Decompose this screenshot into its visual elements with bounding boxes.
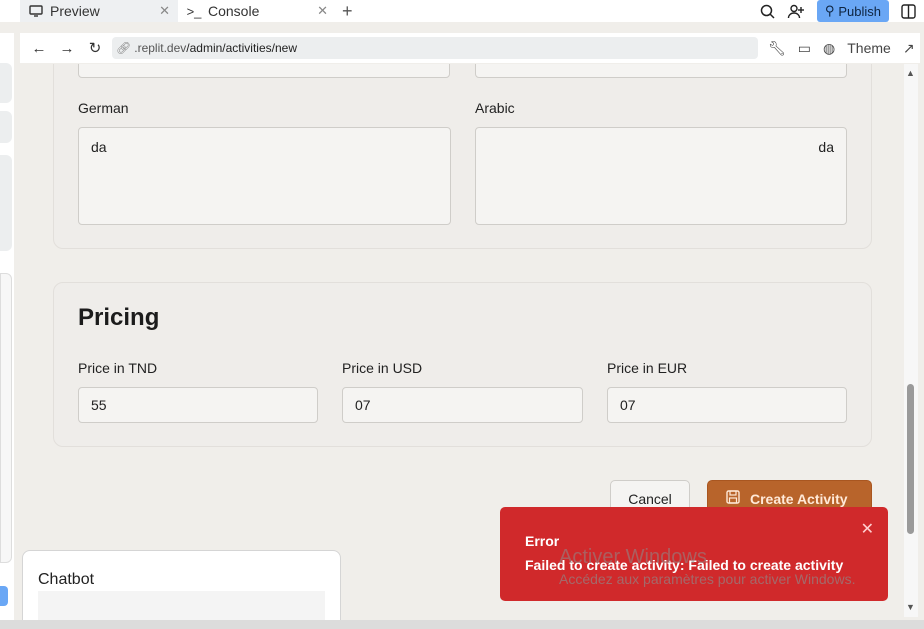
search-icon[interactable] bbox=[760, 4, 775, 19]
price-tnd-value: 55 bbox=[91, 397, 107, 413]
address-bar: ← → ↻ 🔗︎ .replit.dev /admin/activities/n… bbox=[20, 33, 920, 63]
pricing-title: Pricing bbox=[78, 304, 160, 331]
theme-label[interactable]: Theme bbox=[847, 40, 891, 56]
refresh-icon[interactable]: ↻ bbox=[86, 39, 104, 57]
close-icon[interactable]: ✕ bbox=[159, 3, 170, 19]
chatbot-panel[interactable]: Chatbot bbox=[22, 550, 341, 629]
external-link-icon[interactable]: ↗ bbox=[903, 40, 915, 57]
german-textarea[interactable]: da bbox=[78, 127, 451, 225]
terminal-icon: >_ bbox=[186, 3, 202, 19]
chatbot-body bbox=[38, 591, 325, 621]
german-value: da bbox=[91, 139, 107, 155]
close-icon[interactable]: ✕ bbox=[861, 519, 874, 539]
panel-segment bbox=[0, 111, 12, 143]
panel-segment bbox=[0, 63, 12, 103]
textarea-prev-left[interactable] bbox=[78, 64, 450, 78]
publish-icon: ⚲ bbox=[824, 3, 835, 18]
arrow-left-icon[interactable]: ← bbox=[30, 40, 48, 57]
tab-console-label: Console bbox=[208, 3, 260, 19]
price-tnd-input[interactable]: 55 bbox=[78, 387, 318, 423]
price-usd-input[interactable]: 07 bbox=[342, 387, 583, 423]
price-tnd-label: Price in TND bbox=[78, 360, 158, 376]
panel-accent bbox=[0, 586, 8, 606]
left-panel-edge bbox=[0, 33, 14, 623]
create-activity-label: Create Activity bbox=[750, 490, 848, 507]
price-usd-value: 07 bbox=[355, 397, 371, 413]
toast-title: Error bbox=[525, 533, 560, 549]
price-eur-label: Price in EUR bbox=[607, 360, 688, 376]
save-icon bbox=[726, 490, 740, 507]
url-field[interactable]: 🔗︎ .replit.dev /admin/activities/new bbox=[112, 37, 758, 59]
url-host: .replit.dev bbox=[134, 41, 187, 55]
arabic-label: Arabic bbox=[475, 100, 515, 116]
german-label: German bbox=[78, 100, 129, 116]
chatbot-title: Chatbot bbox=[38, 571, 95, 588]
tab-bar: Preview ✕ >_ Console ✕ + ⚲ Publish bbox=[0, 0, 924, 22]
cancel-label: Cancel bbox=[628, 490, 672, 507]
bottom-bar bbox=[0, 620, 924, 629]
wrench-icon[interactable]: 🔧︎ bbox=[768, 40, 786, 57]
scroll-thumb[interactable] bbox=[907, 384, 914, 534]
palette-icon[interactable]: ◍ bbox=[823, 40, 835, 57]
watermark-line2: Accédez aux paramètres pour activer Wind… bbox=[559, 571, 856, 587]
link-icon: 🔗︎ bbox=[116, 41, 132, 55]
arabic-textarea[interactable]: da bbox=[475, 127, 847, 225]
tab-preview-label: Preview bbox=[50, 3, 100, 19]
publish-label: Publish bbox=[838, 3, 881, 19]
url-path: /admin/activities/new bbox=[186, 41, 297, 55]
devices-icon[interactable]: ▭ bbox=[798, 40, 811, 57]
price-usd-label: Price in USD bbox=[342, 360, 423, 376]
publish-button[interactable]: ⚲ Publish bbox=[816, 0, 889, 22]
add-user-icon[interactable] bbox=[787, 4, 805, 19]
split-panel-icon[interactable] bbox=[901, 3, 916, 19]
tab-preview[interactable]: Preview ✕ bbox=[20, 0, 178, 22]
tab-console[interactable]: >_ Console ✕ bbox=[178, 0, 336, 22]
arabic-value: da bbox=[818, 139, 834, 155]
arrow-right-icon[interactable]: → bbox=[58, 40, 76, 57]
textarea-prev-right[interactable] bbox=[475, 64, 847, 78]
vertical-scrollbar[interactable]: ▲ ▼ bbox=[904, 64, 918, 617]
monitor-icon bbox=[28, 5, 44, 17]
plus-icon[interactable]: + bbox=[342, 1, 353, 22]
watermark-line1: Activer Windows bbox=[559, 546, 707, 568]
panel-segment bbox=[0, 273, 12, 563]
scroll-up-icon[interactable]: ▲ bbox=[906, 68, 915, 78]
price-eur-value: 07 bbox=[620, 397, 636, 413]
panel-segment bbox=[0, 155, 12, 251]
scroll-down-icon[interactable]: ▼ bbox=[906, 602, 915, 612]
close-icon[interactable]: ✕ bbox=[317, 3, 328, 19]
price-eur-input[interactable]: 07 bbox=[607, 387, 847, 423]
